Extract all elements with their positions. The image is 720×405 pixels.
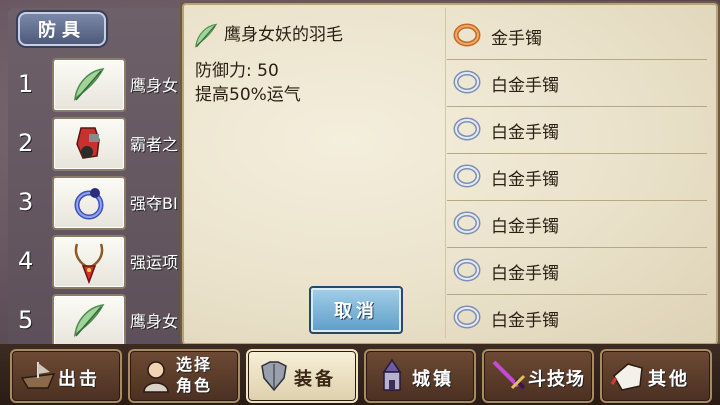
nav-label: 装备 <box>294 369 336 390</box>
nav-label: 城镇 <box>412 369 454 390</box>
platinum-bracelet-icon <box>453 117 481 141</box>
nav-equipment-button[interactable]: 装备 <box>246 349 358 403</box>
slot-item-name: 强运项 <box>130 253 179 272</box>
platinum-bracelet-icon <box>453 211 481 235</box>
nav-arena-button[interactable]: 斗技场 <box>482 349 594 403</box>
platinum-bracelet-icon <box>453 164 481 188</box>
slot-frame[interactable] <box>52 117 126 171</box>
feather-icon <box>73 68 105 102</box>
item-effect-text: 提高50%运气 <box>195 85 301 105</box>
inventory-item-label: 白金手镯 <box>491 217 559 237</box>
red-gauntlet-icon <box>76 127 100 159</box>
cancel-button[interactable]: 取消 <box>309 286 403 334</box>
slot-frame[interactable] <box>52 58 126 112</box>
slot-number: 3 <box>18 188 34 216</box>
feather-icon <box>73 304 105 338</box>
ship-icon <box>20 362 56 389</box>
feather-icon <box>195 23 218 48</box>
glove-icon <box>610 363 643 391</box>
inventory-item-1[interactable]: 金手镯 <box>447 12 707 60</box>
equip-slot-5[interactable]: 5 鹰身女 <box>0 292 190 348</box>
equip-slot-4[interactable]: 4 强运项 <box>0 233 190 289</box>
gold-bracelet-icon <box>453 23 481 47</box>
slot-item-name: 霸者之 <box>130 135 179 154</box>
inventory-item-7[interactable]: 白金手镯 <box>447 294 707 341</box>
nav-sortie-button[interactable]: 出击 <box>10 349 122 403</box>
nav-town-button[interactable]: 城镇 <box>364 349 476 403</box>
inventory-item-5[interactable]: 白金手镯 <box>447 200 707 248</box>
armor-category-tab[interactable]: 防具 <box>18 12 106 46</box>
equip-slot-2[interactable]: 2 霸者之 <box>0 115 190 171</box>
nav-label: 选择 角色 <box>176 355 213 395</box>
slot-number: 1 <box>18 70 34 98</box>
inventory-item-label: 白金手镯 <box>491 311 559 331</box>
nav-other-button[interactable]: 其他 <box>600 349 712 403</box>
platinum-bracelet-icon <box>453 305 481 329</box>
equip-slot-1[interactable]: 1 鹰身女 <box>0 56 190 112</box>
slot-number: 2 <box>18 129 34 157</box>
inventory-item-label: 金手镯 <box>491 29 542 49</box>
inventory-item-label: 白金手镯 <box>491 170 559 190</box>
inventory-item-label: 白金手镯 <box>491 264 559 284</box>
inventory-item-label: 白金手镯 <box>491 76 559 96</box>
red-necklace-icon <box>74 243 104 284</box>
equip-slot-3[interactable]: 3 强夺BI <box>0 174 190 230</box>
town-icon <box>382 358 402 391</box>
character-icon <box>143 361 169 393</box>
inventory-item-label: 白金手镯 <box>491 123 559 143</box>
platinum-bracelet-icon <box>453 258 481 282</box>
nav-select-character-button[interactable]: 选择 角色 <box>128 349 240 403</box>
slot-item-name: 鹰身女 <box>130 76 179 95</box>
armor-icon <box>261 361 287 392</box>
inventory-item-3[interactable]: 白金手镯 <box>447 106 707 154</box>
selected-item-name: 鹰身女妖的羽毛 <box>224 25 343 45</box>
nav-label: 斗技场 <box>528 369 585 390</box>
blue-ring-icon <box>74 188 104 220</box>
item-defense-stat: 防御力: 50 <box>195 61 279 81</box>
slot-number: 5 <box>18 306 34 334</box>
inventory-item-6[interactable]: 白金手镯 <box>447 247 707 295</box>
sword-icon <box>492 360 526 390</box>
slot-frame[interactable] <box>52 294 126 348</box>
slot-number: 4 <box>18 247 34 275</box>
slot-frame[interactable] <box>52 235 126 289</box>
slot-frame[interactable] <box>52 176 126 230</box>
slot-item-name: 强夺BI <box>130 194 178 213</box>
platinum-bracelet-icon <box>453 70 481 94</box>
panel-divider <box>445 8 446 338</box>
inventory-item-4[interactable]: 白金手镯 <box>447 153 707 201</box>
nav-label: 出击 <box>58 369 100 390</box>
slot-item-name: 鹰身女 <box>130 312 179 331</box>
nav-label: 其他 <box>648 369 690 390</box>
inventory-item-2[interactable]: 白金手镯 <box>447 59 707 107</box>
